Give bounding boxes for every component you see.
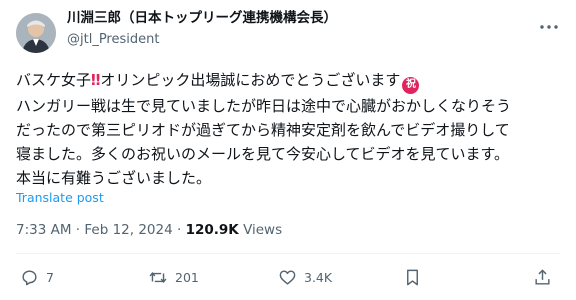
congrats-emoji: 祝 (402, 76, 420, 94)
tweet-line-text: オリンピック出場誠におめでとうございます (100, 71, 401, 89)
tweet-line-text: 寝ました。多くのお祝いのメールを見て今安心してビデオを見ています。 (16, 144, 510, 163)
share-icon (535, 268, 550, 285)
like-count: 3.4K (304, 269, 333, 285)
reply-button[interactable]: 7 (20, 265, 54, 289)
post-time[interactable]: 7:33 AM (16, 222, 72, 238)
meta-separator: · (177, 222, 182, 238)
heart-icon (279, 269, 296, 285)
repost-icon (149, 271, 167, 283)
tweet-line-5: 本当に有難うございました。 (16, 166, 564, 190)
tweet-line-text: バスケ女子 (16, 71, 92, 89)
like-button[interactable]: 3.4K (278, 265, 332, 289)
more-icon (540, 25, 558, 29)
tweet-line-2: ハンガリー戦は生で見ていましたが昨日は途中で心臓がおかしくなりそう (16, 94, 564, 118)
tweet-line-text: 本当に有難うございました。 (16, 168, 212, 187)
handle[interactable]: @jtl_President (67, 30, 337, 50)
views-count: 120.9K (185, 222, 239, 238)
tweet-card: 川淵三郎（日本トップリーグ連携機構会長） @jtl_President バスケ女… (0, 0, 576, 300)
bookmark-icon (407, 269, 418, 285)
translate-post-link[interactable]: Translate post (16, 190, 104, 205)
repost-button[interactable]: 201 (148, 265, 199, 289)
tweet-line-text: だったので第三ピリオドが過ぎてから精神安定剤を飲んでビデオ撮りして (16, 120, 510, 139)
share-button[interactable] (533, 265, 552, 289)
display-name[interactable]: 川淵三郎（日本トップリーグ連携機構会長） (67, 8, 337, 28)
tweet-line-4: 寝ました。多くのお祝いのメールを見て今安心してビデオを見ています。 (16, 142, 564, 166)
action-bar: 7 201 3.4K (0, 265, 576, 289)
tweet-text: バスケ女子‼オリンピック出場誠におめでとうございます祝 ハンガリー戦は生で見てい… (16, 68, 564, 190)
double-exclamation-emoji: ‼ (91, 71, 101, 89)
post-meta: 7:33 AM · Feb 12, 2024 · 120.9K Views (16, 222, 282, 238)
views-label: Views (243, 222, 283, 238)
tweet-line-1: バスケ女子‼オリンピック出場誠におめでとうございます祝 (16, 68, 564, 94)
more-options-button[interactable] (538, 18, 560, 36)
repost-count: 201 (175, 269, 199, 285)
author-names: 川淵三郎（日本トップリーグ連携機構会長） @jtl_President (67, 8, 337, 50)
reply-count: 7 (46, 269, 54, 285)
bookmark-button[interactable] (404, 265, 421, 289)
avatar-photo-icon (16, 13, 56, 53)
reply-icon (22, 269, 37, 285)
avatar[interactable] (16, 13, 56, 53)
tweet-line-text: ハンガリー戦は生で見ていましたが昨日は途中で心臓がおかしくなりそう (16, 96, 512, 115)
meta-separator: · (75, 222, 81, 238)
tweet-line-3: だったので第三ピリオドが過ぎてから精神安定剤を飲んでビデオ撮りして (16, 118, 564, 142)
divider (16, 253, 560, 254)
post-date[interactable]: Feb 12, 2024 (84, 222, 172, 238)
